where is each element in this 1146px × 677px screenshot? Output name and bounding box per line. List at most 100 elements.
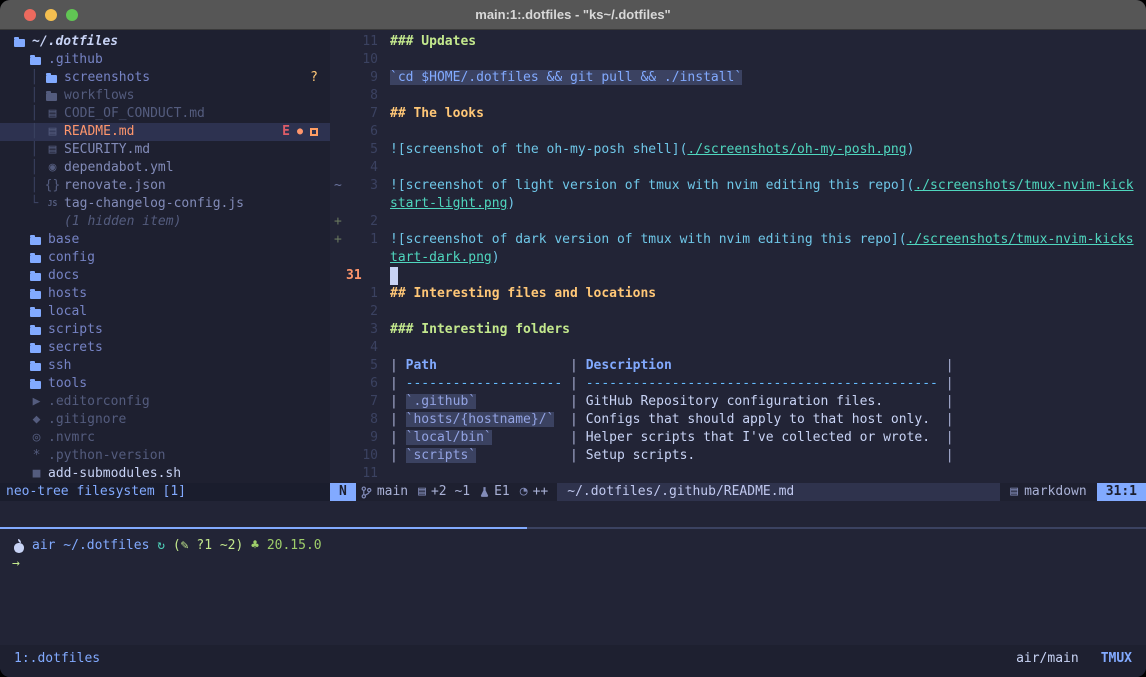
neo-tree-sidebar[interactable]: ~/.dotfiles .github│ screenshots?│ workf…	[0, 30, 330, 501]
tree-item--nvmrc[interactable]: ◎.nvmrc	[0, 429, 330, 447]
line-number: 3	[344, 177, 378, 195]
tree-item-code-of-conduct-md[interactable]: │ ▤CODE_OF_CONDUCT.md	[0, 105, 330, 123]
cursor-block	[390, 267, 398, 285]
tree-item-tools[interactable]: tools	[0, 375, 330, 393]
editor-line[interactable]: 10	[330, 51, 1146, 69]
line-number: 2	[344, 303, 378, 321]
tree-item-label: tools	[48, 375, 87, 393]
git-sync-icon: ↻	[149, 537, 172, 555]
tmux-session-name: air/main	[1016, 651, 1079, 666]
editor-line[interactable]: 8| `hosts/{hostname}/` | Configs that sh…	[330, 411, 1146, 429]
tree-item-screenshots[interactable]: │ screenshots?	[0, 69, 330, 87]
mode-indicator: N	[330, 483, 356, 501]
gutter-sign	[330, 339, 344, 357]
gutter-sign	[330, 285, 344, 303]
gutter-sign	[330, 321, 344, 339]
tree-item-scripts[interactable]: scripts	[0, 321, 330, 339]
tree-item-readme-md[interactable]: │ ▤README.mdE●	[0, 123, 330, 141]
editor-line[interactable]: 5| Path | Description |	[330, 357, 1146, 375]
tree-item-base[interactable]: base	[0, 231, 330, 249]
editor-line[interactable]: +2	[330, 213, 1146, 231]
tree-item-label: screenshots	[64, 69, 150, 87]
line-number: 9	[344, 429, 378, 447]
editor-line[interactable]: 10| `scripts` | Setup scripts. |	[330, 447, 1146, 465]
tree-item--github[interactable]: .github	[0, 51, 330, 69]
editor-line[interactable]: 6| -------------------- | --------------…	[330, 375, 1146, 393]
folder-icon	[30, 363, 41, 371]
editor-line[interactable]: ~3![screenshot of light version of tmux …	[330, 177, 1146, 195]
shell-pane[interactable]: air ~/.dotfiles ↻ (✎ ?1 ~2) ♣ 20.15.0 →	[0, 529, 1146, 645]
line-number: 11	[344, 33, 378, 51]
cursor-position: 31:1	[1097, 483, 1146, 501]
tree-item-label: config	[48, 249, 95, 267]
line-number: 1	[344, 231, 378, 249]
tree-item-local[interactable]: local	[0, 303, 330, 321]
error-flag: E	[282, 123, 290, 141]
tree-item--gitignore[interactable]: ◆.gitignore	[0, 411, 330, 429]
editor-line[interactable]: 31	[330, 267, 1146, 285]
folder-icon	[30, 345, 41, 353]
tree-item--editorconfig[interactable]: ▶.editorconfig	[0, 393, 330, 411]
tree-item-secrets[interactable]: secrets	[0, 339, 330, 357]
editor-line[interactable]: 7## The looks	[330, 105, 1146, 123]
editor-line[interactable]: 9`cd $HOME/.dotfiles && git pull && ./in…	[330, 69, 1146, 87]
folder-icon	[46, 75, 57, 83]
statusline-extra: ++	[533, 483, 549, 501]
javascript-icon: JS	[46, 195, 59, 213]
folder-icon	[30, 381, 41, 389]
tree-item-add-submodules-sh[interactable]: ■add-submodules.sh	[0, 465, 330, 483]
file-path: ~/.dotfiles/.github/README.md	[557, 483, 1000, 501]
git-diff-counts: +2 ~1	[431, 483, 470, 501]
tree-item-config[interactable]: config	[0, 249, 330, 267]
tree-item-label: .editorconfig	[48, 393, 150, 411]
tree-item-ssh[interactable]: ssh	[0, 357, 330, 375]
editor-line[interactable]: 4	[330, 339, 1146, 357]
editor-pane[interactable]: 11### Updates109`cd $HOME/.dotfiles && g…	[330, 30, 1146, 501]
editor-line[interactable]: 6	[330, 123, 1146, 141]
editor-line[interactable]: 11### Updates	[330, 33, 1146, 51]
tree-item--1-hidden-item-[interactable]: (1 hidden item)	[0, 213, 330, 231]
tree-item--python-version[interactable]: *.python-version	[0, 447, 330, 465]
prompt-host-path: air ~/.dotfiles	[32, 537, 149, 555]
tree-item-security-md[interactable]: │ ▤SECURITY.md	[0, 141, 330, 159]
folder-icon	[30, 327, 41, 335]
line-number: 11	[344, 465, 378, 483]
line-number: 2	[344, 213, 378, 231]
folder-icon	[30, 309, 41, 317]
editor-line[interactable]: start-light.png)	[330, 195, 1146, 213]
gutter-sign: ~	[330, 177, 344, 195]
tree-item-label: hosts	[48, 285, 87, 303]
tmux-window-tab[interactable]: 1:.dotfiles	[14, 651, 100, 666]
folder-icon	[14, 39, 25, 47]
tree-item-docs[interactable]: docs	[0, 267, 330, 285]
editor-line[interactable]: 9| `local/bin` | Helper scripts that I'v…	[330, 429, 1146, 447]
line-number: 7	[344, 105, 378, 123]
tree-item-renovate-json[interactable]: │ {}renovate.json	[0, 177, 330, 195]
line-number: 4	[344, 339, 378, 357]
tree-item-hosts[interactable]: hosts	[0, 285, 330, 303]
editor-line[interactable]: tart-dark.png)	[330, 249, 1146, 267]
gutter-sign	[330, 303, 344, 321]
prompt-git-status: ?1 ~2	[196, 537, 235, 555]
terminal-content: ~/.dotfiles .github│ screenshots?│ workf…	[0, 30, 1146, 677]
editor-line[interactable]: 5![screenshot of the oh-my-posh shell](.…	[330, 141, 1146, 159]
editor-line[interactable]: 7| `.github` | GitHub Repository configu…	[330, 393, 1146, 411]
editor-line[interactable]: 2	[330, 303, 1146, 321]
tree-item--dotfiles[interactable]: ~/.dotfiles	[0, 33, 330, 51]
editor-line[interactable]: 11	[330, 465, 1146, 483]
line-number	[344, 195, 378, 213]
line-number: 5	[344, 141, 378, 159]
gutter-sign	[330, 87, 344, 105]
tree-item-tag-changelog-config-js[interactable]: └ JStag-changelog-config.js	[0, 195, 330, 213]
editor-line[interactable]: +1![screenshot of dark version of tmux w…	[330, 231, 1146, 249]
tree-item-workflows[interactable]: │ workflows	[0, 87, 330, 105]
tree-item-label: base	[48, 231, 79, 249]
gutter-sign: +	[330, 213, 344, 231]
tree-item-dependabot-yml[interactable]: │ ◉dependabot.yml	[0, 159, 330, 177]
editor-line[interactable]: 3### Interesting folders	[330, 321, 1146, 339]
editor-line[interactable]: 1## Interesting files and locations	[330, 285, 1146, 303]
titlebar[interactable]: main:1:.dotfiles - "ks~/.dotfiles"	[0, 0, 1146, 30]
tree-item-label: (1 hidden item)	[64, 213, 181, 231]
editor-line[interactable]: 4	[330, 159, 1146, 177]
editor-line[interactable]: 8	[330, 87, 1146, 105]
